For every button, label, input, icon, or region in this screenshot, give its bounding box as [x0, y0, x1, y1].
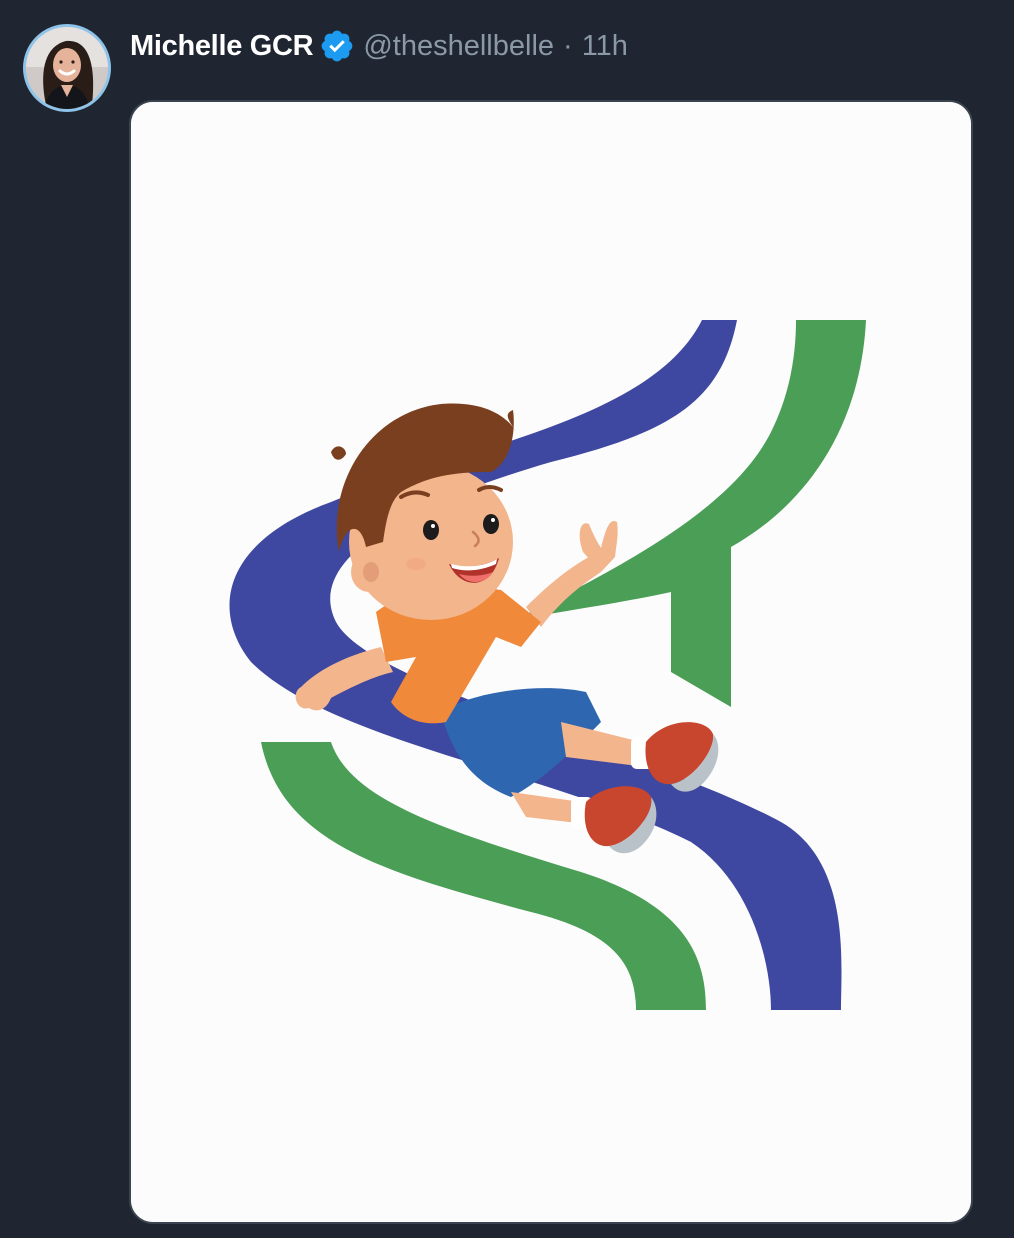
avatar[interactable] [23, 24, 111, 112]
verified-badge-icon[interactable] [319, 28, 355, 64]
profile-photo-icon [26, 27, 108, 109]
post-header: Michelle GCR @theshellbelle · 11h [130, 26, 628, 66]
tweet: Michelle GCR @theshellbelle · 11h [0, 0, 1014, 1238]
post-media[interactable] [129, 100, 973, 1224]
author-handle[interactable]: @theshellbelle [363, 30, 554, 63]
author-display-name[interactable]: Michelle GCR [130, 30, 314, 63]
separator-dot: · [563, 29, 573, 62]
boy-on-slide-logo-icon [131, 102, 971, 1222]
post-timestamp[interactable]: 11h [582, 30, 628, 63]
